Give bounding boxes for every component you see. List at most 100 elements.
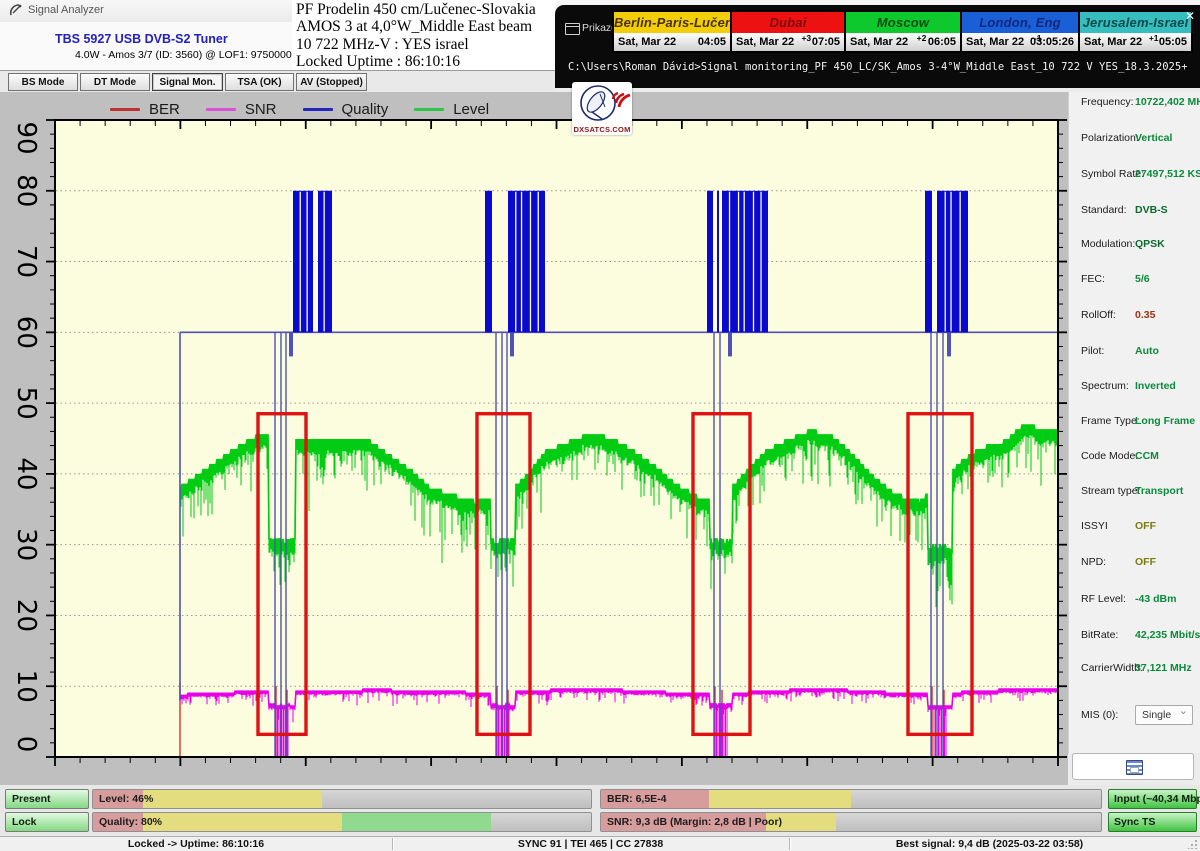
status-best-signal: Best signal: 9,4 dB (2025-03-22 03:58) xyxy=(789,838,1190,850)
clock-date: Sat, Mar 22 xyxy=(966,33,1024,51)
ber-line-swatch xyxy=(110,108,140,111)
svg-text:10: 10 xyxy=(11,670,41,703)
mode-tabbar: BS Mode DT Mode Signal Mon. TSA (OK) AV … xyxy=(0,70,556,93)
quality-bar-label: Quality: 80% xyxy=(99,813,162,831)
bar-segment xyxy=(143,813,342,831)
param-label: Standard: xyxy=(1081,204,1127,216)
mis-selected-value: Single xyxy=(1142,709,1171,721)
clock-city: Dubai Sat, Mar 22 +3 07:05 xyxy=(732,12,844,51)
signal-history-plot: 0102030405060708090 xyxy=(0,92,1068,785)
param-value: 5/6 xyxy=(1135,273,1150,285)
clock-city: Moscow Sat, Mar 22 +2 06:05 xyxy=(846,12,960,51)
bar-segment xyxy=(342,813,491,831)
satellite-dish-icon xyxy=(8,3,23,18)
param-label: NPD: xyxy=(1081,556,1106,568)
param-value: Inverted xyxy=(1135,380,1176,392)
clock-utc-offset: +2 xyxy=(917,33,927,43)
param-label: CarrierWidth: xyxy=(1081,662,1143,674)
save-log-button[interactable] xyxy=(1072,753,1194,780)
clock-time: 04:05 xyxy=(698,33,726,51)
param-label: Polarization: xyxy=(1081,132,1139,144)
param-value: OFF xyxy=(1135,556,1156,568)
clock-utc-offset: +3 xyxy=(801,33,811,43)
ber-bar-label: BER: 6,5E-4 xyxy=(607,790,667,808)
tab-dt-mode[interactable]: DT Mode xyxy=(80,73,150,91)
present-badge: Present xyxy=(5,789,89,809)
param-value: 42,235 Mbit/s xyxy=(1135,629,1200,641)
param-value: 37,121 MHz xyxy=(1135,662,1192,674)
tab-tsa[interactable]: TSA (OK) xyxy=(225,73,294,91)
annotation-note: PF Prodelin 450 cm/Lučenec-Slovakia AMOS… xyxy=(292,0,555,70)
clock-date: Sat, Mar 22 xyxy=(736,33,794,51)
svg-text:20: 20 xyxy=(11,599,41,632)
svg-text:60: 60 xyxy=(11,316,41,349)
svg-text:30: 30 xyxy=(11,528,41,561)
legend-item-ber: BER xyxy=(110,101,180,118)
param-value: DVB-S xyxy=(1135,204,1168,216)
param-label: Pilot: xyxy=(1081,345,1104,357)
clock-city: London, Eng Sat, Mar 22 -1 03:05:26 xyxy=(962,12,1078,51)
param-value: Auto xyxy=(1135,345,1159,357)
clock-time: 07:05 xyxy=(812,33,840,51)
clock-city-name: London, Eng xyxy=(962,12,1078,33)
mis-dropdown[interactable]: Single ⌄ xyxy=(1135,705,1193,725)
window-title: Signal Analyzer xyxy=(28,4,104,16)
console-window-icon xyxy=(565,23,580,35)
chevron-down-icon: ⌄ xyxy=(1179,702,1188,720)
tuner-title: TBS 5927 USB DVB-S2 Tuner xyxy=(55,32,228,46)
param-label: BitRate: xyxy=(1081,629,1118,641)
status-sync-counters: SYNC 91 | TEI 465 | CC 27838 xyxy=(392,838,789,850)
param-value: 10722,402 MHz xyxy=(1135,96,1200,108)
svg-text:50: 50 xyxy=(11,387,41,420)
snr-bar: SNR: 9,3 dB (Margin: 2,8 dB | Poor) xyxy=(600,812,1102,832)
logo-text: DXSATCS.COM xyxy=(572,125,632,134)
clock-city-name: Dubai xyxy=(732,12,844,33)
tab-signal-mon[interactable]: Signal Mon. xyxy=(152,73,223,91)
bar-segment xyxy=(143,790,322,808)
svg-text:40: 40 xyxy=(11,457,41,490)
legend-item-quality: Quality xyxy=(303,101,389,118)
level-bar: Level: 46% xyxy=(92,789,592,809)
close-icon[interactable]: ✕ xyxy=(1185,9,1195,23)
status-uptime: Locked -> Uptime: 86:10:16 xyxy=(0,838,392,850)
param-label: FEC: xyxy=(1081,273,1105,285)
param-label: Code Mode: xyxy=(1081,450,1138,462)
param-label: Frame Type: xyxy=(1081,415,1140,427)
clock-city-name: Moscow xyxy=(846,12,960,33)
console-command-line[interactable]: C:\Users\Roman Dávid>Signal monitoring_P… xyxy=(568,61,1193,73)
param-label: Spectrum: xyxy=(1081,380,1129,392)
param-value: 27497,512 KS/s xyxy=(1135,168,1200,180)
clock-time: 03:05:26 xyxy=(1030,33,1074,51)
param-value: QPSK xyxy=(1135,238,1165,250)
param-value: Vertical xyxy=(1135,132,1172,144)
tab-bs-mode[interactable]: BS Mode xyxy=(8,73,78,91)
param-value: CCM xyxy=(1135,450,1159,462)
note-line: 10 722 MHz-V : YES israel xyxy=(296,36,555,53)
clock-city: Jerusalem-Israel Sat, Mar 22 +1 05:05 xyxy=(1080,12,1191,51)
svg-text:80: 80 xyxy=(11,174,41,207)
clock-city-name: Berlin-Paris-Lučenec xyxy=(614,12,730,33)
svg-text:70: 70 xyxy=(11,245,41,278)
dxsatcs-logo: DXSATCS.COM xyxy=(572,82,632,135)
clock-city: Berlin-Paris-Lučenec Sat, Mar 22 04:05 xyxy=(614,12,730,51)
snr-line-swatch xyxy=(206,108,236,111)
quality-line-swatch xyxy=(303,108,333,111)
clock-date: Sat, Mar 22 xyxy=(850,33,908,51)
satellite-dish-logo-icon xyxy=(572,82,632,126)
param-value: -43 dBm xyxy=(1135,593,1176,605)
chart-legend: BER SNR Quality Level xyxy=(110,100,489,118)
transponder-parameters-panel: Frequency:10722,402 MHz Polarization:Ver… xyxy=(1068,92,1200,753)
level-bar-label: Level: 46% xyxy=(99,790,153,808)
resize-grip[interactable] xyxy=(1188,839,1198,849)
clock-date: Sat, Mar 22 xyxy=(618,33,676,51)
param-label: ISSYI xyxy=(1081,520,1108,532)
clock-time: 05:05 xyxy=(1159,33,1187,51)
clock-utc-offset: +1 xyxy=(1149,33,1159,43)
tab-av[interactable]: AV (Stopped) xyxy=(296,73,367,91)
sync-ts-badge: Sync TS xyxy=(1108,812,1197,832)
param-value: Transport xyxy=(1135,485,1183,497)
param-label: Frequency: xyxy=(1081,96,1134,108)
statusbar: Locked -> Uptime: 86:10:16 SYNC 91 | TEI… xyxy=(0,836,1200,851)
clock-city-name: Jerusalem-Israel xyxy=(1080,12,1191,33)
snr-bar-label: SNR: 9,3 dB (Margin: 2,8 dB | Poor) xyxy=(607,813,782,831)
